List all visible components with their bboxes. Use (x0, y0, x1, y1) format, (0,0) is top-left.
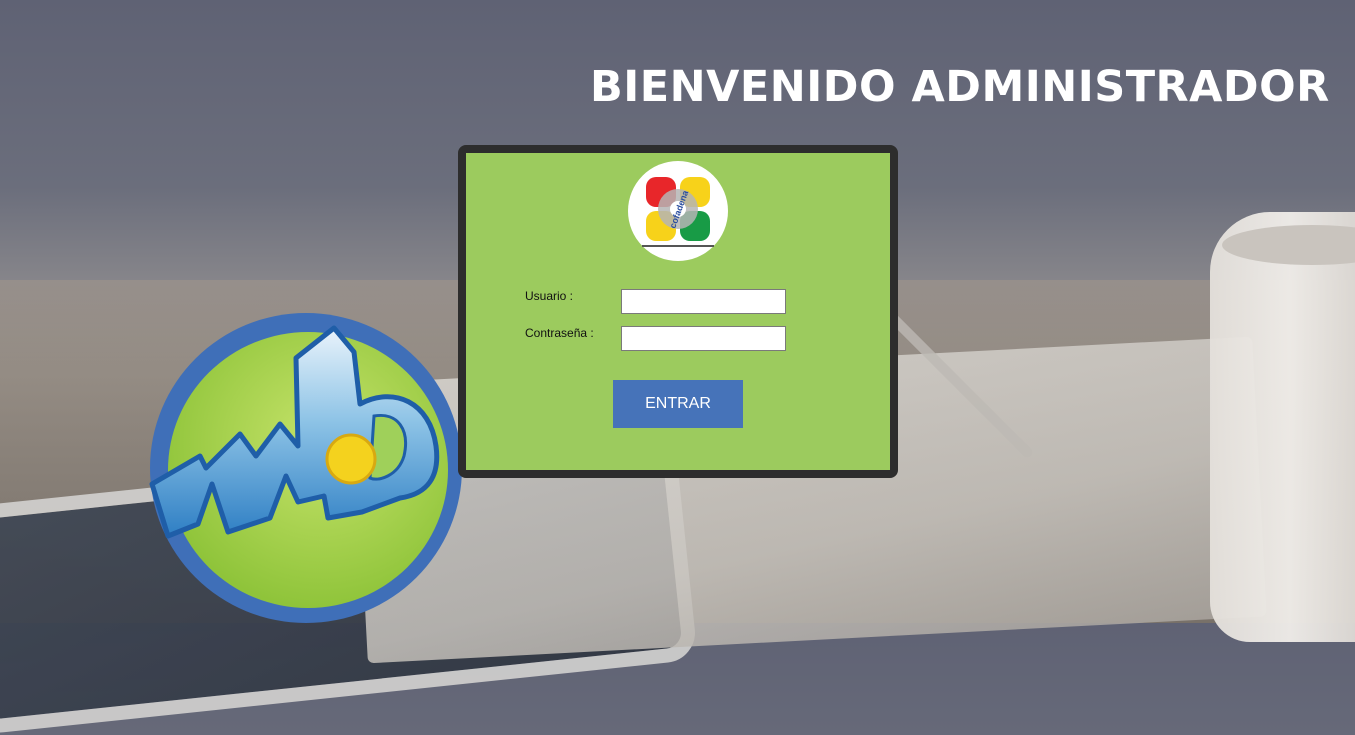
login-submit-button[interactable]: ENTRAR (613, 380, 743, 428)
password-label: Contraseña : (525, 326, 594, 340)
background-cup (1210, 212, 1355, 642)
login-card: cofadena Usuario : Contraseña : ENTRAR (458, 145, 898, 478)
password-input[interactable] (621, 326, 786, 351)
mb-logo-icon (149, 313, 462, 623)
username-label: Usuario : (525, 289, 574, 303)
page-title: BIENVENIDO ADMINISTRADOR (590, 62, 1330, 112)
cofadena-logo-icon: cofadena (628, 161, 728, 261)
cofadena-logo-graphic: cofadena (642, 177, 714, 247)
username-input[interactable] (621, 289, 786, 314)
